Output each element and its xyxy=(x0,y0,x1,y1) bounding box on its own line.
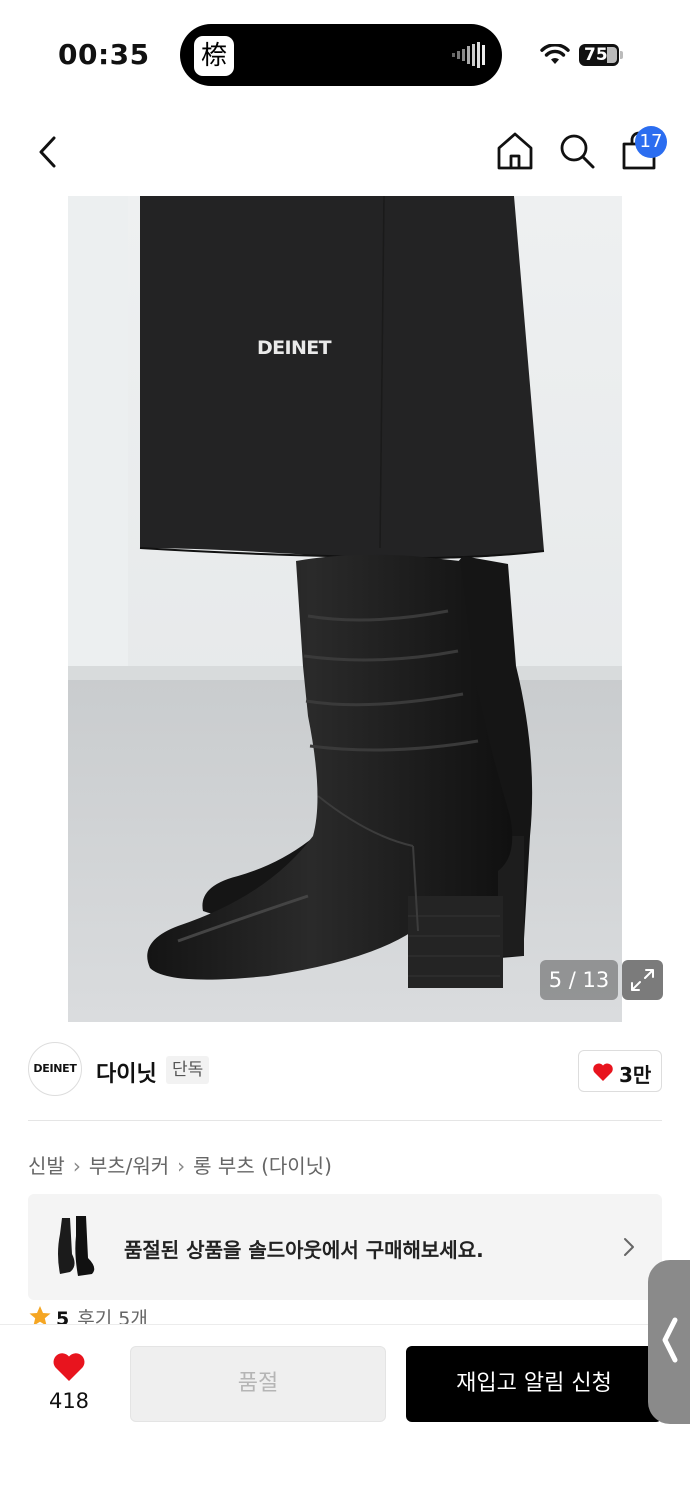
soldout-button: 품절 xyxy=(130,1346,386,1422)
wishlist-count: 418 xyxy=(48,1389,90,1413)
image-counter: 5 / 13 xyxy=(540,960,618,1000)
breadcrumb-item-long-boots[interactable]: 롱 부츠 (다이닛) xyxy=(193,1150,332,1179)
breadcrumb-item-shoes[interactable]: 신발 xyxy=(28,1150,65,1179)
boot-thumbnail xyxy=(48,1214,102,1280)
bottom-action-bar: 418 품절 재입고 알림 신청 xyxy=(0,1324,690,1500)
side-panel-handle[interactable] xyxy=(648,1260,690,1424)
home-icon[interactable] xyxy=(494,130,536,172)
status-bar: 00:35 㮈 75 xyxy=(0,0,690,110)
breadcrumb-item-boots[interactable]: 부츠/워커 xyxy=(89,1150,169,1179)
brand-name[interactable]: 다이닛 xyxy=(96,1056,157,1088)
skirt-print-text: DEINET xyxy=(257,337,332,359)
divider xyxy=(28,1120,662,1121)
brand-row: DEINET 다이닛 단독 3만 xyxy=(28,1042,662,1102)
product-photo: DEINET xyxy=(68,196,622,1022)
chevron-right-icon xyxy=(624,1238,634,1256)
heart-icon xyxy=(593,1063,613,1081)
cart-count-badge: 17 xyxy=(635,126,667,158)
search-icon[interactable] xyxy=(556,130,598,172)
breadcrumb: 신발 › 부츠/워커 › 롱 부츠 (다이닛) xyxy=(28,1150,332,1179)
audio-waveform-icon xyxy=(452,42,485,68)
chevron-left-icon xyxy=(662,1317,678,1363)
soldout-banner[interactable]: 품절된 상품을 솔드아웃에서 구매해보세요. xyxy=(28,1194,662,1300)
back-icon[interactable] xyxy=(26,128,70,176)
top-nav: 17 xyxy=(0,110,690,196)
heart-icon xyxy=(53,1353,85,1381)
product-image[interactable]: DEINET xyxy=(68,196,622,1022)
wifi-icon xyxy=(540,44,570,64)
status-time: 00:35 xyxy=(58,38,150,71)
battery-level: 75 xyxy=(584,45,608,65)
brand-logo[interactable]: DEINET xyxy=(28,1042,82,1096)
brand-like-button[interactable]: 3만 xyxy=(578,1050,662,1092)
wishlist-button[interactable]: 418 xyxy=(28,1349,110,1419)
exclusive-badge: 단독 xyxy=(166,1056,210,1084)
battery-tip xyxy=(620,51,623,59)
breadcrumb-separator: › xyxy=(72,1154,81,1178)
restock-alert-button[interactable]: 재입고 알림 신청 xyxy=(406,1346,662,1422)
dynamic-island: 㮈 xyxy=(180,24,502,86)
breadcrumb-separator: › xyxy=(177,1154,186,1178)
expand-icon[interactable] xyxy=(622,960,663,1000)
island-app-icon: 㮈 xyxy=(194,36,234,76)
brand-like-count: 3만 xyxy=(619,1063,652,1087)
battery-indicator: 75 xyxy=(579,44,619,66)
soldout-banner-text: 품절된 상품을 솔드아웃에서 구매해보세요. xyxy=(124,1238,484,1262)
